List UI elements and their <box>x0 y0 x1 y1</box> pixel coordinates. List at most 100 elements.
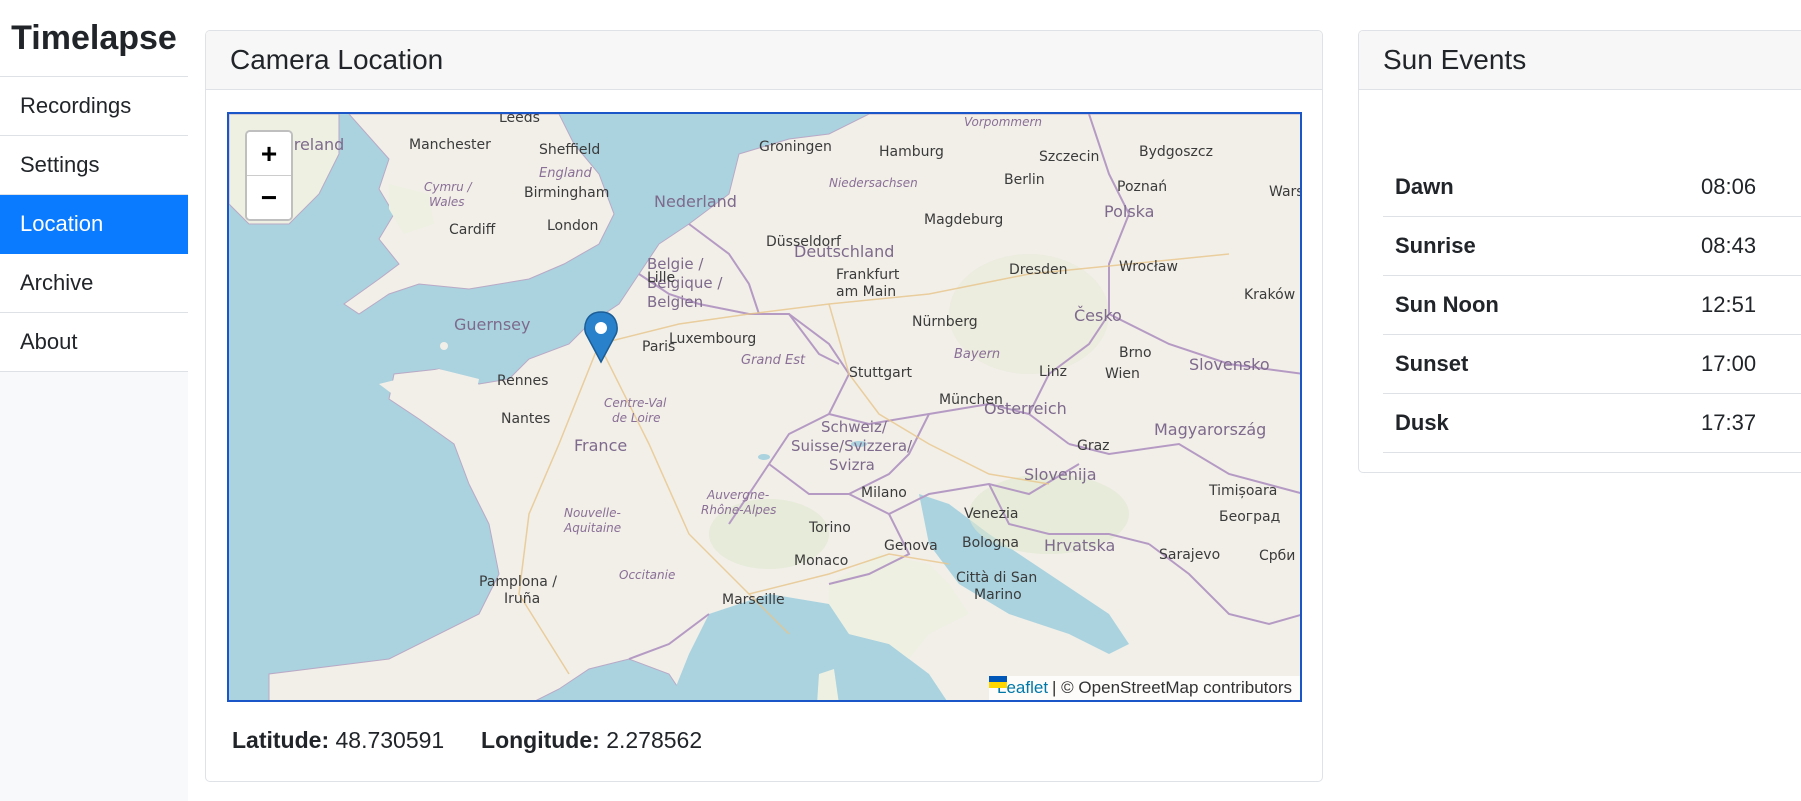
map-label-city: Wien <box>1105 366 1140 382</box>
sidebar-item-settings[interactable]: Settings <box>0 136 188 195</box>
map-label-city: Hamburg <box>879 144 944 160</box>
map-label-city: Groningen <box>759 139 832 155</box>
table-row: Sunrise 08:43 <box>1383 217 1801 276</box>
map-label-city: Venezia <box>964 506 1018 522</box>
map-label-region: Grand Est <box>741 353 806 368</box>
map-label-city: London <box>547 218 598 234</box>
sun-event-time: 08:43 <box>1701 233 1757 258</box>
map-label-city: Warszaw <box>1269 184 1302 200</box>
map-label-city: Dresden <box>1009 262 1068 278</box>
map-label-city: am Main <box>836 284 896 300</box>
table-row: Sunset 17:00 <box>1383 335 1801 394</box>
map-label-city: Timișoara <box>1208 483 1277 499</box>
sidebar-item-about[interactable]: About <box>0 313 188 372</box>
map-label-country: Nederland <box>654 192 737 211</box>
sun-event-time: 17:00 <box>1701 351 1757 376</box>
map-label-city: Poznań <box>1117 179 1167 195</box>
map-label-region: de Loire <box>612 411 661 425</box>
table-row: Dawn 08:06 <box>1383 158 1801 217</box>
sun-event-name: Dawn <box>1395 174 1454 199</box>
zoom-in-button[interactable]: + <box>247 132 291 176</box>
table-row: Sun Noon 12:51 <box>1383 276 1801 335</box>
sun-event-name: Sunset <box>1395 351 1469 376</box>
map-label-city: Düsseldorf <box>766 234 842 250</box>
longitude-label: Longitude: <box>481 727 600 753</box>
map-label-city: Bologna <box>962 535 1019 551</box>
map-label-region: England <box>539 166 593 181</box>
sidebar-item-archive[interactable]: Archive <box>0 254 188 313</box>
map-label-city: Sarajevo <box>1159 547 1220 563</box>
map-label-region: Nouvelle- <box>564 506 621 520</box>
longitude-value: 2.278562 <box>606 727 703 753</box>
map-label-city: Kraków <box>1244 287 1295 303</box>
table-row: Dusk 17:37 <box>1383 394 1801 453</box>
map-label-city: Manchester <box>409 137 491 153</box>
map-label-city: Brno <box>1119 345 1152 361</box>
map-label-region: Aquitaine <box>563 521 621 535</box>
map-label-region: Bayern <box>954 347 1000 362</box>
zoom-out-button[interactable]: − <box>247 176 291 219</box>
sun-event-time: 12:51 <box>1701 292 1757 317</box>
sidebar: Timelapse Recordings Settings Location A… <box>0 0 188 801</box>
map-label-country: Hrvatska <box>1044 536 1115 555</box>
map-label-city: Lille <box>647 270 675 286</box>
map-label-region: Cymru / <box>424 180 474 194</box>
map-label-region: Centre-Val <box>604 396 667 410</box>
sidebar-item-location[interactable]: Location <box>0 195 188 254</box>
map-label-city: Graz <box>1077 438 1110 454</box>
sun-event-time: 17:37 <box>1701 410 1757 435</box>
map-label-city: Bydgoszcz <box>1139 144 1213 160</box>
map-label-country: France <box>574 436 627 455</box>
map-label-city: Београд <box>1219 509 1280 525</box>
map-attribution: Leaflet | © OpenStreetMap contributors <box>989 676 1300 700</box>
osm-attribution-text: | © OpenStreetMap contributors <box>1052 678 1292 697</box>
map-label-region: Occitanie <box>619 568 675 582</box>
map-label-city: Stuttgart <box>849 365 912 381</box>
map-label-city: Monaco <box>794 553 848 569</box>
sun-events-table: Dawn 08:06 Sunrise 08:43 Sun Noon 12:51 … <box>1383 158 1801 453</box>
map-label-city: Berlin <box>1004 172 1045 188</box>
map-label-city: Cardiff <box>449 222 496 238</box>
map-label-city: Città di San <box>956 570 1037 586</box>
map-label-city: Nürnberg <box>912 314 978 330</box>
map-label-country: Česko <box>1074 306 1122 325</box>
map-label-country: Polska <box>1104 202 1154 221</box>
map-label-country: Schweiz/ <box>821 418 888 436</box>
map-label-city: Leeds <box>499 114 540 126</box>
sun-events-card: Sun Events Dawn 08:06 Sunrise 08:43 Sun … <box>1358 30 1801 473</box>
latitude-label: Latitude: <box>232 727 330 753</box>
map-tiles[interactable]: Ireland Nederland Belgie / Belgique / Be… <box>229 114 1302 702</box>
sun-event-name: Sunrise <box>1395 233 1476 258</box>
map-label-city: Срби <box>1259 548 1295 564</box>
map-label-country: Belgien <box>647 293 703 311</box>
map-label-city: Linz <box>1039 364 1067 380</box>
map-label-city: Paris <box>642 339 675 355</box>
map-label-city: Nantes <box>501 411 550 427</box>
sun-events-title: Sun Events <box>1359 31 1801 90</box>
map-label-region: Wales <box>429 195 465 209</box>
map-label-city: Torino <box>808 520 851 536</box>
ukraine-flag-icon <box>989 676 1007 688</box>
sun-event-time: 08:06 <box>1701 174 1757 199</box>
map-label-city: Magdeburg <box>924 212 1003 228</box>
map-label-city: Luxembourg <box>669 331 756 347</box>
map[interactable]: Ireland Nederland Belgie / Belgique / Be… <box>227 112 1302 702</box>
map-label-country: Slovenija <box>1024 465 1097 484</box>
sidebar-item-recordings[interactable]: Recordings <box>0 77 188 136</box>
map-label-city: Marseille <box>722 592 785 608</box>
sun-event-name: Sun Noon <box>1395 292 1499 317</box>
map-label-city: Wrocław <box>1119 259 1178 275</box>
map-label-region: Vorpommern <box>964 115 1042 129</box>
map-label-city: Birmingham <box>524 185 609 201</box>
map-label-city: Milano <box>861 485 907 501</box>
map-label-region: Niedersachsen <box>829 176 918 190</box>
map-label-city: Sheffield <box>539 142 600 158</box>
sun-event-name: Dusk <box>1395 410 1449 435</box>
map-label-country: Slovensko <box>1189 355 1270 374</box>
map-label-city: Marino <box>974 587 1022 603</box>
camera-location-card: Camera Location Ireland Nederland Belgie… <box>205 30 1323 782</box>
map-label-city: Rennes <box>497 373 548 389</box>
map-label-region: Rhône-Alpes <box>701 503 776 517</box>
map-label-country: Guernsey <box>454 315 530 334</box>
map-label-city: Iruña <box>504 591 540 607</box>
